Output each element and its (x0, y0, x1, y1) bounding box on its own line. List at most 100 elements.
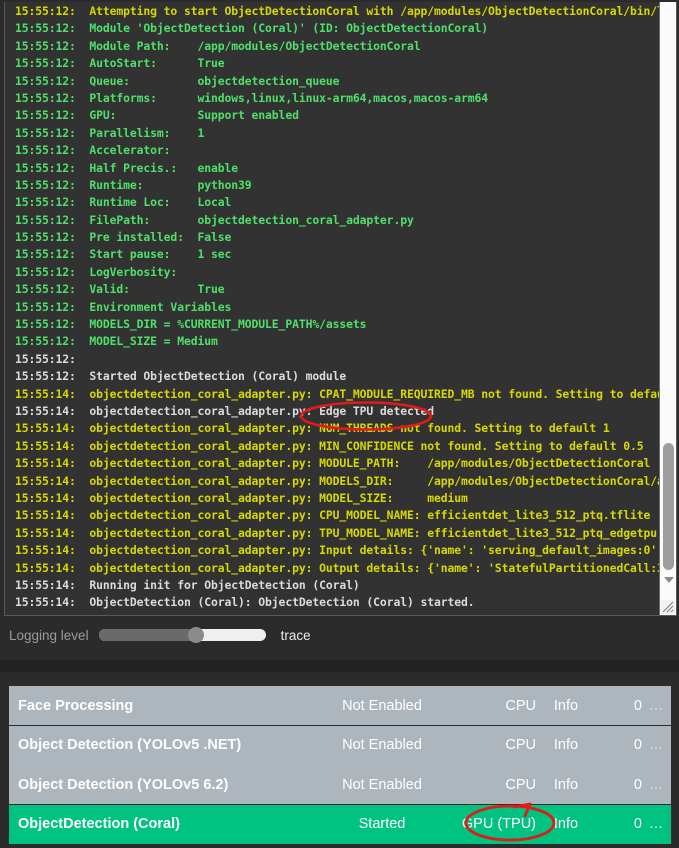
separator-band-dark (0, 660, 679, 672)
log-line: 15:55:12: MODELS_DIR = %CURRENT_MODULE_P… (5, 316, 660, 333)
log-timestamp: 15:55:12: (15, 38, 76, 53)
table-row[interactable]: Object Detection (YOLOv5 6.2) Not Enabled… (9, 765, 671, 804)
log-line: 15:55:14: objectdetection_coral_adapter.… (5, 507, 660, 524)
resize-grip-icon[interactable] (661, 600, 675, 614)
log-message: Attempting to start ObjectDetectionCoral… (89, 4, 660, 18)
log-timestamp: 15:55:14: (15, 456, 76, 471)
log-timestamp: 15:55:12: (15, 177, 76, 192)
log-message: Parallelism: 1 (89, 125, 205, 140)
separator-band-upper (0, 653, 679, 660)
log-message: Runtime: python39 (89, 177, 252, 192)
log-message: MODELS_DIR = %CURRENT_MODULE_PATH%/asset… (89, 317, 367, 332)
scroll-down-arrow-icon[interactable] (663, 574, 675, 586)
table-row[interactable]: Object Detection (YOLOv5 .NET) Not Enable… (9, 725, 671, 765)
log-message: Accelerator: (89, 143, 171, 158)
log-line: 15:55:12: Runtime: python39 (5, 177, 660, 194)
log-line: 15:55:12: Half Precis.: enable (5, 160, 660, 177)
log-timestamp: 15:55:12: (15, 230, 76, 245)
table-row[interactable]: ObjectDetection (Coral) Started GPU (TPU) I… (9, 804, 671, 844)
log-timestamp: 15:55:14: (15, 577, 76, 592)
log-timestamp: 15:55:14: (15, 490, 76, 505)
module-more-menu[interactable]: … (642, 816, 670, 832)
log-message: objectdetection_coral_adapter.py: MODULE… (89, 456, 651, 471)
module-more-menu[interactable]: … (642, 777, 670, 793)
log-timestamp: 15:55:14: (15, 473, 76, 488)
log-line: 15:55:14: objectdetection_coral_adapter.… (5, 438, 660, 455)
module-processor: CPU (505, 776, 536, 793)
log-message: objectdetection_coral_adapter.py: CPAT_M… (89, 386, 660, 401)
log-line: 15:55:12: Started ObjectDetection (Coral… (5, 368, 660, 385)
log-line-list: 15:55:12: Attempting to start ObjectDete… (5, 2, 660, 615)
log-line: 15:55:12: AutoStart: True (5, 55, 660, 72)
log-message: Runtime Loc: Local (89, 195, 232, 210)
log-message: Queue: objectdetection_queue (89, 73, 340, 88)
log-timestamp: 15:55:12: (15, 282, 76, 297)
log-message: objectdetection_coral_adapter.py: Edge T… (89, 403, 434, 418)
log-message: Pre installed: False (89, 230, 232, 245)
log-timestamp: 15:55:14: (15, 421, 76, 436)
log-message: objectdetection_coral_adapter.py: NUM_TH… (89, 421, 610, 436)
log-line: 15:55:14: Running init for ObjectDetecti… (5, 577, 660, 594)
log-timestamp: 15:55:12: (15, 56, 76, 71)
module-status-table: Face Processing Not Enabled CPU Info 0… Objec… (0, 686, 679, 848)
logging-level-value: trace (280, 627, 311, 643)
log-line: 15:55:12: Parallelism: 1 (5, 125, 660, 142)
table-row[interactable]: Face Processing Not Enabled CPU Info 0… (9, 686, 671, 725)
log-message: Valid: True (89, 282, 225, 297)
log-timestamp: 15:55:12: (15, 143, 76, 158)
log-output-panel[interactable]: 15:55:12: Attempting to start ObjectDete… (4, 2, 677, 616)
log-message: Module 'ObjectDetection (Coral)' (ID: Ob… (89, 21, 489, 36)
log-message: objectdetection_coral_adapter.py: CPU_MO… (89, 508, 651, 523)
module-processor: CPU (505, 697, 536, 714)
module-more-menu[interactable]: … (642, 737, 670, 753)
log-timestamp: 15:55:12: (15, 369, 76, 384)
log-timestamp: 15:55:14: (15, 386, 76, 401)
module-count: 0 (633, 776, 642, 793)
log-message: objectdetection_coral_adapter.py: Output… (89, 560, 660, 575)
log-line: 15:55:12: Valid: True (5, 281, 660, 298)
log-timestamp: 15:55:12: (15, 160, 76, 175)
log-vertical-scrollbar[interactable] (659, 2, 676, 615)
module-log-level: Info (553, 737, 579, 753)
log-timestamp: 15:55:14: (15, 560, 76, 575)
log-message: Environment Variables (89, 299, 232, 314)
module-count: 0 (633, 737, 642, 753)
log-line: 15:55:12: Module 'ObjectDetection (Coral… (5, 20, 660, 37)
log-message: ObjectDetection (Coral): ObjectDetection… (89, 595, 475, 610)
log-timestamp: 15:55:14: (15, 595, 76, 610)
scrollbar-thumb[interactable] (663, 443, 674, 570)
log-line: 15:55:12: Queue: objectdetection_queue (5, 73, 660, 90)
slider-thumb[interactable] (187, 627, 204, 643)
module-processor: CPU (505, 737, 536, 753)
module-count: 0 (633, 697, 642, 714)
log-line: 15:55:12: Module Path: /app/modules/Obje… (5, 38, 660, 55)
module-log-level: Info (553, 816, 579, 832)
log-line: 15:55:14: objectdetection_coral_adapter.… (5, 473, 660, 490)
module-name: ObjectDetection (Coral) (18, 816, 180, 832)
log-timestamp: 15:55:12: (15, 334, 76, 349)
log-line: 15:55:12: Platforms: windows,linux,linux… (5, 90, 660, 107)
log-timestamp: 15:55:12: (15, 264, 76, 279)
log-timestamp: 15:55:12: (15, 73, 76, 88)
log-message: Module Path: /app/modules/ObjectDetectio… (89, 38, 421, 53)
module-name: Object Detection (YOLOv5 6.2) (18, 776, 229, 793)
log-message: FilePath: objectdetection_coral_adapter.… (89, 212, 414, 227)
log-timestamp: 15:55:14: (15, 543, 76, 558)
log-timestamp: 15:55:12: (15, 247, 76, 262)
log-timestamp: 15:55:12: (15, 317, 76, 332)
logging-level-slider[interactable] (98, 627, 266, 643)
module-name: Object Detection (YOLOv5 .NET) (18, 737, 242, 753)
module-status: Not Enabled (342, 776, 422, 793)
module-more-menu[interactable]: … (642, 698, 670, 714)
log-line: 15:55:12: Start pause: 1 sec (5, 246, 660, 263)
log-message: AutoStart: True (89, 56, 225, 71)
log-line: 15:55:12: Accelerator: (5, 142, 660, 159)
log-line: 15:55:12: LogVerbosity: (5, 264, 660, 281)
module-status: Not Enabled (342, 697, 422, 714)
log-timestamp: 15:55:14: (15, 403, 76, 418)
log-message: MODEL_SIZE = Medium (89, 334, 218, 349)
log-timestamp: 15:55:12: (15, 212, 76, 227)
log-line: 15:55:12: FilePath: objectdetection_cora… (5, 212, 660, 229)
logging-level-label: Logging level (9, 627, 89, 643)
module-log-level: Info (553, 776, 579, 793)
